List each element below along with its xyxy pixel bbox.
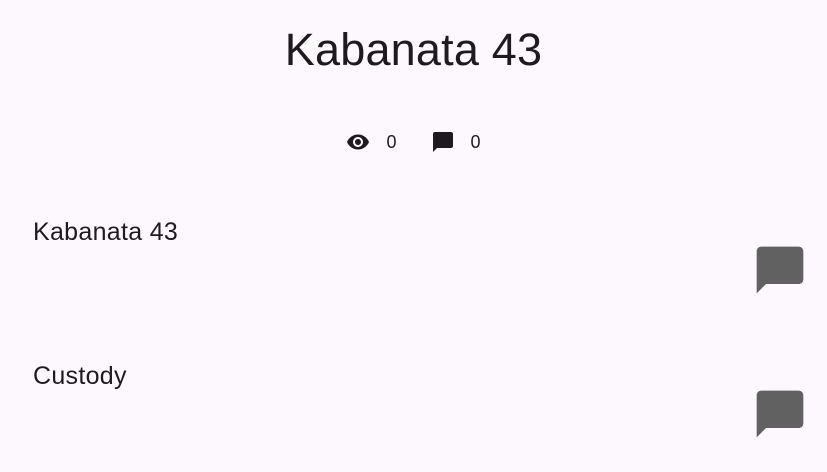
- list-item[interactable]: Custody: [0, 346, 827, 466]
- views-stat: 0: [346, 130, 397, 154]
- comments-stat: 0: [431, 130, 481, 154]
- comments-count: 0: [470, 131, 481, 152]
- comment-button[interactable]: [746, 238, 814, 306]
- page-title: Kabanata 43: [284, 24, 543, 75]
- stats-bar: 0 0: [0, 128, 827, 156]
- comment-button[interactable]: [746, 382, 814, 450]
- comment-icon: [752, 242, 808, 303]
- list-item-label: Kabanata 43: [33, 218, 179, 246]
- comment-icon: [752, 386, 808, 447]
- list-item[interactable]: Kabanata 43: [0, 202, 827, 322]
- list-item-label: Custody: [33, 362, 127, 390]
- comment-icon: [431, 130, 455, 154]
- views-count: 0: [386, 131, 397, 152]
- eye-icon: [346, 130, 370, 154]
